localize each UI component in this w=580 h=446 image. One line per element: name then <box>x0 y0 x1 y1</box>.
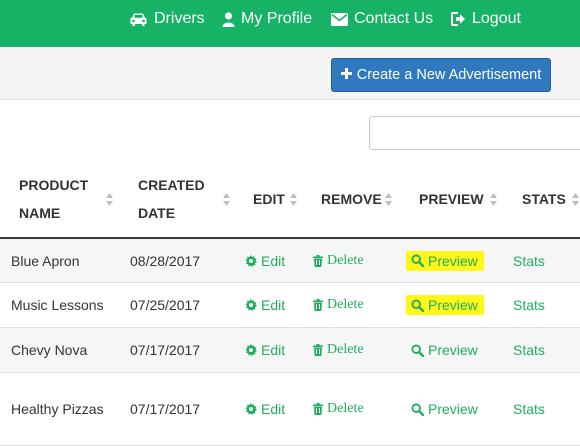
stats-link[interactable]: Stats <box>513 297 545 313</box>
create-advertisement-label: Create a New Advertisement <box>356 67 542 83</box>
plus-icon <box>340 67 352 83</box>
nav-logout[interactable]: Logout <box>451 0 521 38</box>
search-icon <box>411 402 424 416</box>
stats-link[interactable]: Stats <box>513 253 545 269</box>
th-product-name[interactable]: PRODUCT NAME <box>19 171 88 227</box>
cog-icon <box>245 254 257 267</box>
table-row: Healthy Pizzas 07/17/2017 Edit Delete Pr… <box>0 373 580 446</box>
preview-link[interactable]: Preview <box>411 342 478 358</box>
car-icon <box>129 12 148 27</box>
create-advertisement-button[interactable]: Create a New Advertisement <box>331 58 551 92</box>
nav-contact-us[interactable]: Contact Us <box>331 0 433 38</box>
delete-link-label: Delete <box>327 252 364 268</box>
nav-drivers[interactable]: Drivers <box>129 0 205 38</box>
product-name-cell: Music Lessons <box>11 297 104 313</box>
th-created-date-line2: DATE <box>138 205 176 221</box>
preview-link[interactable]: Preview <box>406 295 484 315</box>
top-navbar: Drivers My Profile Contact Us Logout <box>0 0 580 47</box>
cog-icon <box>245 299 257 311</box>
edit-link[interactable]: Edit <box>245 253 285 269</box>
trash-icon <box>313 254 323 267</box>
table-row: Music Lessons 07/25/2017 Edit Delete Pre… <box>0 283 580 328</box>
created-date-cell: 07/17/2017 <box>130 401 201 417</box>
delete-link-label: Delete <box>327 297 364 312</box>
sort-icon[interactable] <box>290 193 297 206</box>
edit-link-label: Edit <box>261 252 286 269</box>
user-icon <box>222 11 235 27</box>
preview-link-label: Preview <box>428 342 478 358</box>
nav-drivers-label: Drivers <box>154 10 205 27</box>
delete-link[interactable]: Delete <box>313 253 364 269</box>
created-date-cell: 08/28/2017 <box>130 252 201 269</box>
search-icon <box>411 343 424 357</box>
th-created-date-line1: CREATED <box>138 177 205 193</box>
delete-link-label: Delete <box>327 401 364 416</box>
th-product-name-line2: NAME <box>19 205 61 221</box>
product-name-cell: Healthy Pizzas <box>11 401 104 417</box>
trash-icon <box>313 299 323 311</box>
edit-link[interactable]: Edit <box>245 342 285 358</box>
created-date-cell: 07/17/2017 <box>130 342 201 358</box>
preview-link-label: Preview <box>428 297 478 313</box>
search-icon <box>411 254 424 267</box>
th-product-name-line1: PRODUCT <box>19 177 89 193</box>
sort-icon[interactable] <box>106 193 113 206</box>
preview-link-label: Preview <box>428 252 478 269</box>
preview-link[interactable]: Preview <box>411 401 478 417</box>
th-preview[interactable]: PREVIEW <box>419 185 484 213</box>
delete-link[interactable]: Delete <box>313 401 364 417</box>
sort-icon[interactable] <box>572 193 579 206</box>
delete-link-label: Delete <box>327 342 364 357</box>
search-input[interactable] <box>369 116 580 150</box>
edit-link[interactable]: Edit <box>245 297 285 313</box>
delete-link[interactable]: Delete <box>313 297 364 313</box>
toolbar: Create a New Advertisement <box>0 47 580 100</box>
cog-icon <box>245 403 257 415</box>
edit-link-label: Edit <box>261 297 286 313</box>
edit-link[interactable]: Edit <box>245 401 285 417</box>
nav-contact-us-label: Contact Us <box>354 10 434 27</box>
preview-link-label: Preview <box>428 401 478 417</box>
sort-icon[interactable] <box>490 193 497 206</box>
product-name-cell: Chevy Nova <box>11 342 88 358</box>
nav-my-profile-label: My Profile <box>241 10 313 27</box>
stats-link[interactable]: Stats <box>513 342 545 358</box>
created-date-cell: 07/25/2017 <box>130 297 201 313</box>
sort-icon[interactable] <box>223 193 230 206</box>
nav-my-profile[interactable]: My Profile <box>222 0 312 38</box>
logout-icon <box>451 12 466 26</box>
product-name-cell: Blue Apron <box>11 252 80 269</box>
nav-logout-label: Logout <box>472 10 521 27</box>
th-stats[interactable]: STATS <box>522 185 566 213</box>
sort-icon[interactable] <box>385 193 392 206</box>
th-edit[interactable]: EDIT <box>253 185 285 213</box>
preview-link[interactable]: Preview <box>406 250 484 271</box>
delete-link[interactable]: Delete <box>313 342 364 358</box>
envelope-icon <box>331 12 348 26</box>
edit-link-label: Edit <box>261 342 286 358</box>
table-row: Chevy Nova 07/17/2017 Edit Delete Previe… <box>0 328 580 373</box>
edit-link-label: Edit <box>261 401 286 417</box>
th-remove[interactable]: REMOVE <box>321 185 382 213</box>
trash-icon <box>313 344 323 356</box>
stats-link[interactable]: Stats <box>513 401 545 417</box>
cog-icon <box>245 344 257 356</box>
search-icon <box>411 298 424 312</box>
th-created-date[interactable]: CREATED DATE <box>138 171 205 227</box>
trash-icon <box>313 403 323 415</box>
table-row: Blue Apron 08/28/2017 Edit Delete Previe… <box>0 239 580 283</box>
